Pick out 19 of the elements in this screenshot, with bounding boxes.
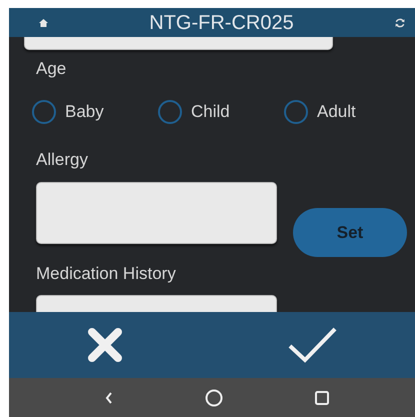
input-field[interactable] — [24, 37, 333, 50]
radio-option[interactable]: Baby — [32, 99, 158, 125]
allergy-field[interactable] — [36, 182, 277, 244]
home-icon[interactable] — [39, 18, 48, 26]
medication-history-label: Medication History — [36, 263, 176, 285]
confirm-button[interactable] — [288, 326, 338, 364]
home-button[interactable] — [205, 388, 223, 406]
radio-option[interactable]: Adult — [284, 99, 410, 125]
radio-button[interactable] — [158, 100, 182, 124]
radio-option[interactable]: Child — [158, 99, 284, 125]
refresh-icon[interactable] — [394, 18, 405, 28]
radio-button[interactable] — [32, 100, 56, 124]
allergy-label: Allergy — [36, 149, 88, 171]
close-button[interactable] — [86, 327, 122, 363]
radio-button[interactable] — [284, 100, 308, 124]
screen-title: NTG-FR-CR025 — [149, 12, 294, 32]
back-button[interactable] — [105, 392, 113, 404]
age-label: Age — [36, 58, 66, 80]
recent-apps-button[interactable] — [315, 390, 329, 404]
